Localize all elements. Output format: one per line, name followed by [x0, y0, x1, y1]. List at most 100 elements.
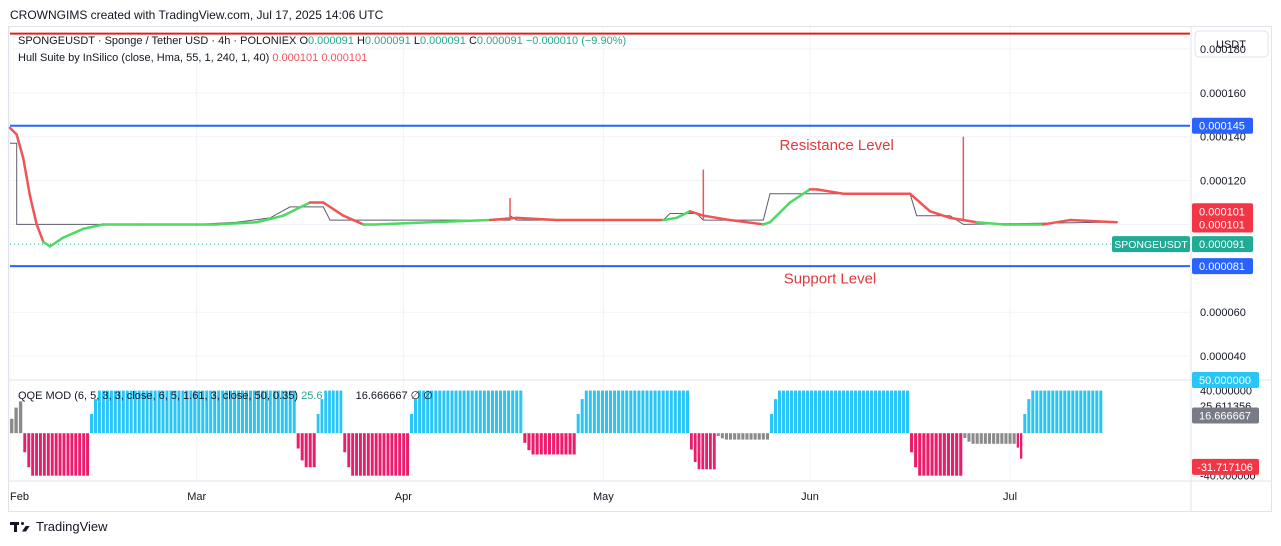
qqe-bar: [474, 390, 478, 434]
qqe-bar: [661, 390, 665, 434]
hull-segment: [62, 227, 85, 239]
qqe-tag-label-0: 50.000000: [1199, 375, 1251, 387]
qqe-bar: [641, 390, 645, 434]
price-tag-label-4: 0.000081: [1199, 261, 1245, 273]
qqe-bar: [987, 433, 991, 444]
qqe-bar: [705, 433, 708, 470]
qqe-bar: [878, 390, 881, 434]
hull-segment: [1068, 218, 1118, 224]
qqe-bar: [910, 433, 914, 453]
qqe-bar: [862, 390, 865, 434]
qqe-bar: [1035, 390, 1039, 434]
qqe-bar: [50, 433, 54, 476]
qqe-bar: [470, 390, 474, 434]
qqe-bar: [757, 433, 761, 440]
tradingview-footer: TradingView: [10, 519, 108, 534]
qqe-bar: [580, 399, 584, 434]
qqe-bar: [1095, 390, 1099, 434]
price-series-line: [10, 142, 1104, 225]
qqe-bar: [983, 433, 987, 444]
qqe-bar: [733, 433, 737, 440]
qqe-bar: [454, 390, 458, 434]
qqe-bar: [798, 390, 801, 434]
qqe-bar: [906, 390, 909, 434]
qqe-bar: [58, 433, 62, 476]
qqe-bar: [370, 433, 374, 476]
qqe-bar: [690, 433, 693, 450]
qqe-bar: [74, 433, 78, 476]
qqe-bar: [46, 433, 50, 476]
qqe-bar: [458, 390, 462, 434]
indicator-legend: Hull Suite by InSilico (close, Hma, 55, …: [18, 52, 367, 64]
qqe-bar: [669, 390, 673, 434]
qqe-bar: [979, 433, 983, 444]
qqe-bar: [914, 433, 918, 468]
qqe-bar: [665, 390, 669, 434]
qqe-bar: [975, 433, 979, 444]
time-axis-tick-may: May: [593, 491, 614, 503]
qqe-bar: [527, 433, 531, 451]
qqe-bar: [951, 433, 955, 476]
qqe-bar: [14, 407, 18, 434]
hull-segment: [82, 223, 105, 231]
qqe-value-3: ∅: [410, 390, 421, 402]
qqe-bar: [942, 433, 946, 476]
qqe-bar: [592, 390, 596, 434]
qqe-bar: [588, 390, 592, 434]
qqe-bar: [653, 390, 657, 434]
qqe-bar: [749, 433, 753, 440]
qqe-bar: [1031, 390, 1035, 434]
qqe-bar: [596, 390, 600, 434]
qqe-bar: [926, 433, 930, 476]
qqe-bar: [774, 399, 777, 434]
qqe-bar: [519, 390, 523, 434]
qqe-bar: [438, 390, 442, 434]
trading-chart[interactable]: Resistance LevelSupport LevelUSDT0.00018…: [0, 0, 1281, 546]
qqe-bar: [374, 433, 378, 476]
qqe-bar: [802, 390, 805, 434]
qqe-bar: [1039, 390, 1043, 434]
qqe-bar: [82, 433, 86, 476]
qqe-bar: [390, 433, 394, 476]
qqe-bar: [1047, 390, 1051, 434]
qqe-bar: [547, 433, 551, 455]
hull-segment: [488, 216, 518, 222]
price-tag-label-3: 0.000091: [1199, 239, 1245, 251]
qqe-legend: QQE MOD (6, 5, 3, 3, close, 6, 5, 1.61, …: [18, 389, 433, 402]
hull-segment: [282, 201, 312, 217]
time-axis-tick-mar: Mar: [187, 491, 206, 503]
indicator-name: Hull Suite by InSilico (close, Hma, 55, …: [18, 52, 270, 64]
price-axis-tick-5: 0.000040: [1200, 351, 1246, 363]
qqe-bar: [996, 433, 1000, 444]
open-value: 0.000091: [308, 35, 354, 47]
qqe-bar: [842, 390, 845, 434]
qqe-bar: [930, 433, 934, 476]
hull-segment: [35, 223, 45, 244]
qqe-bar: [1079, 390, 1083, 434]
qqe-bar: [398, 433, 402, 476]
qqe-bar: [890, 390, 893, 434]
qqe-bar: [482, 390, 486, 434]
qqe-bar: [568, 433, 572, 455]
close-value: 0.000091: [476, 35, 523, 47]
qqe-bar: [697, 433, 701, 470]
qqe-bar: [737, 433, 741, 440]
hull-segment: [15, 133, 25, 160]
qqe-bar: [850, 390, 853, 434]
time-axis-tick-jul: Jul: [1003, 491, 1017, 503]
resistance-level-label: Resistance Level: [780, 137, 894, 154]
qqe-bar: [446, 390, 450, 434]
qqe-bar: [681, 390, 685, 434]
price-axis-tick-3: 0.000120: [1200, 176, 1246, 188]
qqe-bar: [1051, 390, 1055, 434]
qqe-bar: [316, 414, 320, 434]
hull-segment: [22, 157, 32, 198]
qqe-bar: [35, 433, 38, 476]
qqe-bar: [609, 390, 612, 434]
qqe-bar: [495, 390, 498, 434]
qqe-bar: [633, 390, 637, 434]
qqe-bar: [778, 390, 781, 434]
qqe-bar: [922, 433, 926, 476]
qqe-bar: [854, 390, 857, 434]
symbol-line: SPONGEUSDT · Sponge / Tether USD · 4h · …: [18, 35, 297, 47]
